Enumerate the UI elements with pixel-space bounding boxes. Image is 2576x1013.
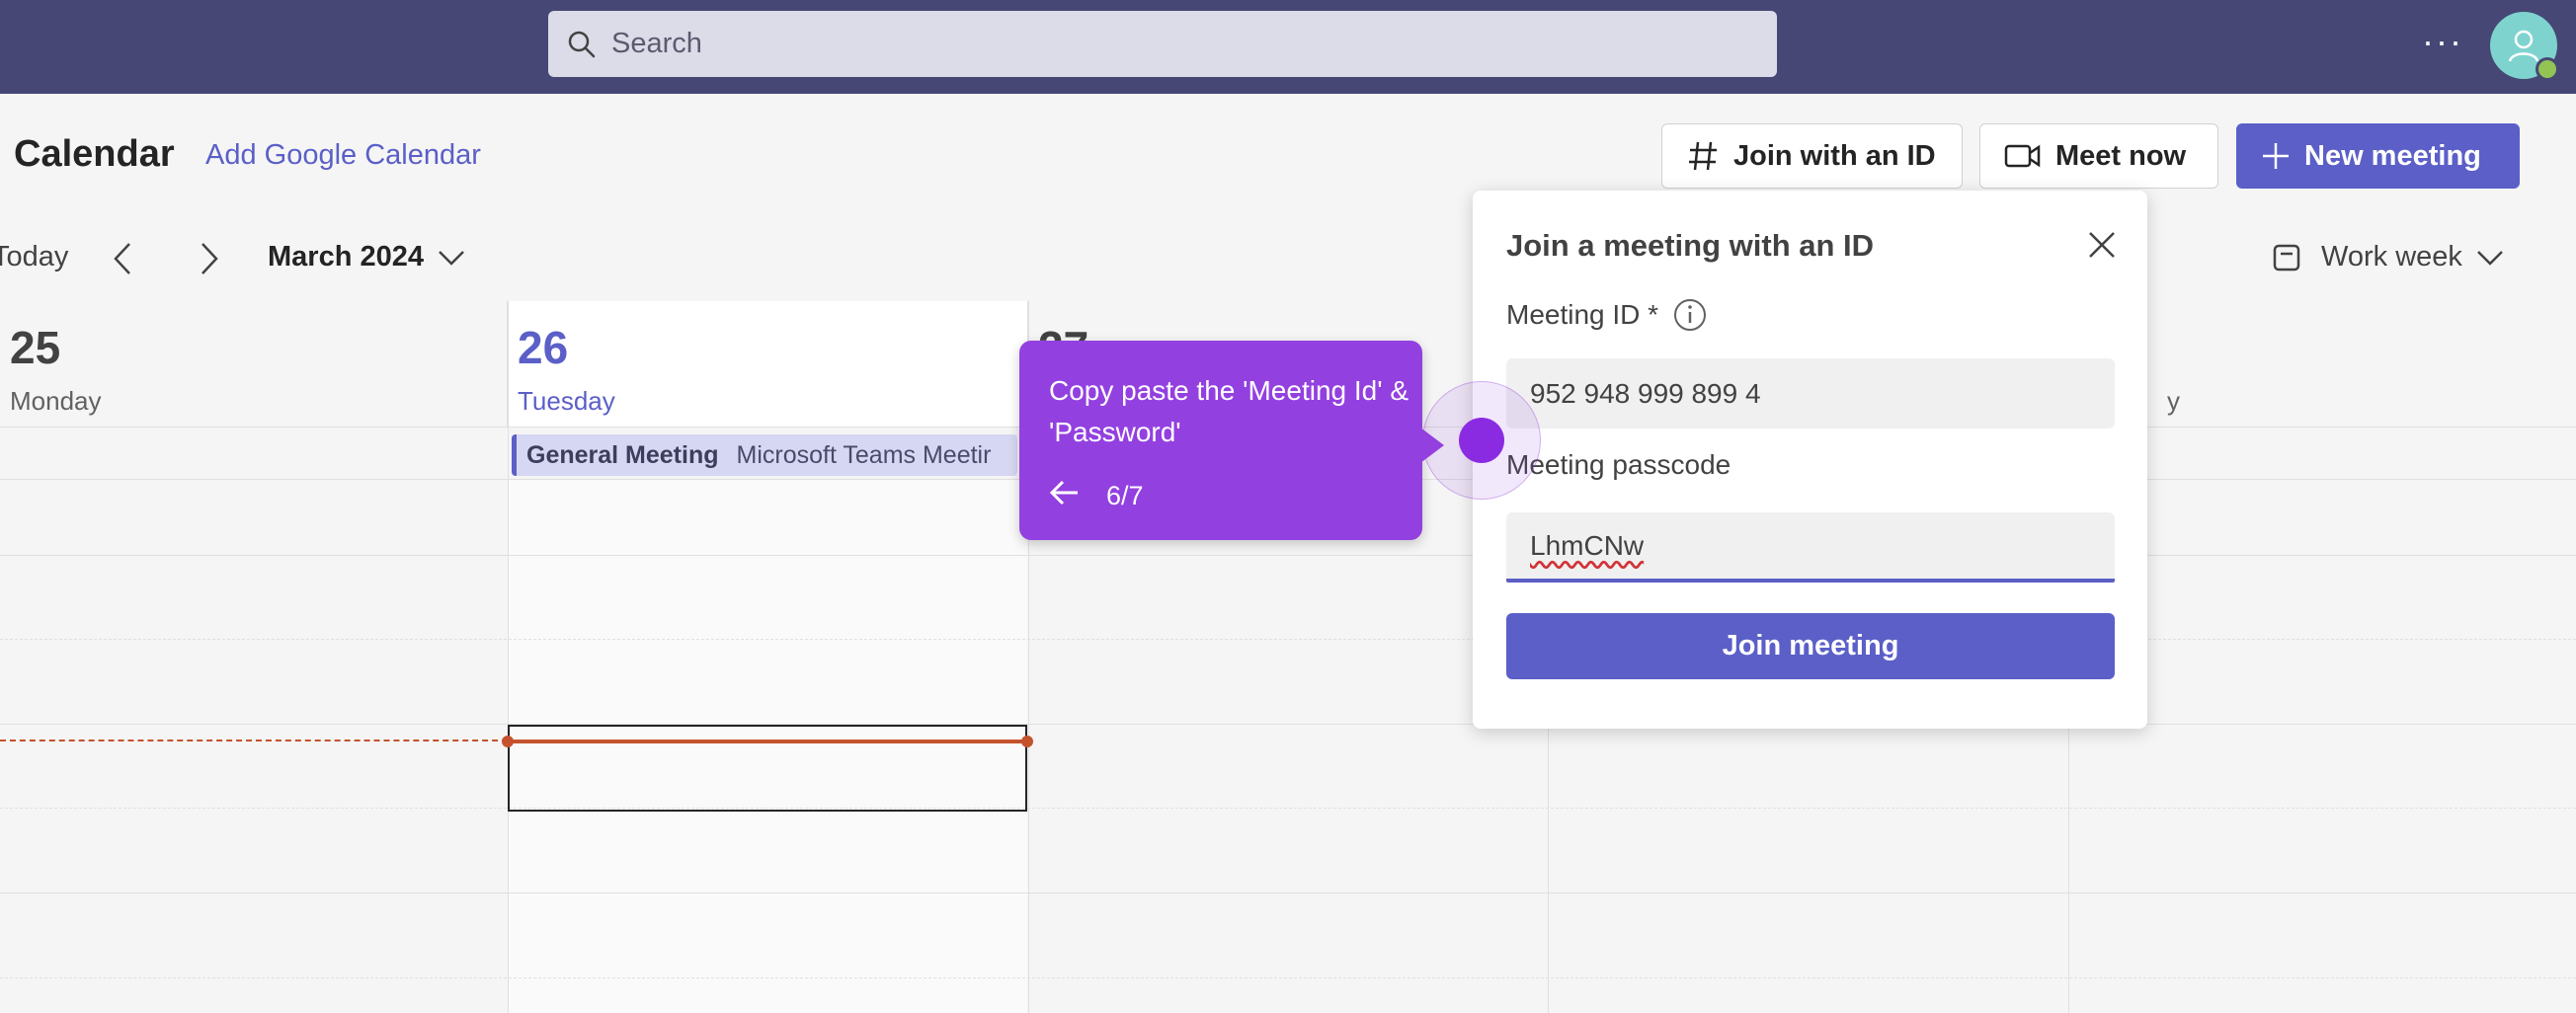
event-title: General Meeting <box>526 440 719 469</box>
row-divider <box>0 893 2576 894</box>
dialog-title: Join a meeting with an ID <box>1506 228 1875 263</box>
meet-now-button[interactable]: Meet now <box>1979 123 2218 189</box>
day-number: 26 <box>518 322 569 373</box>
meeting-id-field[interactable]: 952 948 999 899 4 <box>1506 358 2115 429</box>
day-header-monday[interactable]: 25 Monday <box>0 301 508 428</box>
guide-text: Copy paste the 'Meeting Id' & 'Password' <box>1049 375 1409 447</box>
chevron-left-icon[interactable] <box>105 239 140 278</box>
chevron-right-icon[interactable] <box>192 239 227 278</box>
user-icon <box>2508 30 2539 62</box>
search-icon <box>568 31 596 57</box>
hash-icon <box>1689 141 1717 171</box>
half-hour-divider <box>0 977 2576 978</box>
half-hour-divider <box>0 639 2576 640</box>
meet-now-label: Meet now <box>2055 139 2187 172</box>
month-picker[interactable]: March 2024 <box>268 241 465 273</box>
guide-hotspot[interactable] <box>1459 418 1504 463</box>
day-name: Monday <box>10 386 102 416</box>
join-with-id-label: Join with an ID <box>1733 139 1936 172</box>
plus-icon <box>2263 143 2289 169</box>
guide-tooltip: Copy paste the 'Meeting Id' & 'Password'… <box>1019 341 1444 540</box>
day-name: Tuesday <box>518 386 615 416</box>
chevron-down-icon <box>2477 250 2503 266</box>
video-icon <box>2004 144 2041 168</box>
add-google-calendar-link[interactable]: Add Google Calendar <box>205 139 481 172</box>
search-box[interactable]: Search <box>548 11 1777 77</box>
meeting-id-value: 952 948 999 899 4 <box>1530 377 1761 409</box>
day-number: 25 <box>10 322 61 373</box>
calendar-header: Calendar Add Google Calendar Join with a… <box>0 94 2576 217</box>
meeting-id-label: Meeting ID * <box>1506 299 1659 330</box>
row-divider <box>0 724 2576 725</box>
current-time-indicator-dashed <box>0 740 508 741</box>
half-hour-divider <box>0 808 2576 809</box>
view-label: Work week <box>2321 241 2462 273</box>
new-meeting-label: New meeting <box>2304 139 2481 172</box>
top-bar: Search ··· <box>0 0 2576 94</box>
date-navigation: Today March 2024 Work week <box>0 217 2576 302</box>
chevron-down-icon <box>439 250 464 266</box>
month-label: March 2024 <box>268 241 424 273</box>
arrow-left-icon[interactable] <box>1049 479 1081 506</box>
current-time-indicator <box>508 740 1027 743</box>
view-switcher[interactable]: Work week <box>2272 241 2504 273</box>
info-icon[interactable] <box>1672 297 1708 333</box>
join-meeting-dialog: Join a meeting with an ID Meeting ID * 9… <box>1473 191 2147 729</box>
calendar-event[interactable]: General Meeting Microsoft Teams Meetir <box>512 434 1017 476</box>
event-subtitle: Microsoft Teams Meetir <box>736 440 992 469</box>
row-divider <box>0 555 2576 556</box>
meeting-passcode-value: LhmCNw <box>1530 529 1645 561</box>
meeting-passcode-field[interactable]: LhmCNw <box>1506 512 2115 583</box>
current-time-dot <box>502 736 514 747</box>
day-header-tuesday[interactable]: 26 Tuesday <box>508 301 1028 428</box>
avatar[interactable] <box>2490 12 2559 81</box>
close-icon[interactable] <box>2085 228 2119 262</box>
current-time-dot <box>1021 736 1033 747</box>
meeting-id-label-row: Meeting ID * <box>1506 297 1708 333</box>
join-with-id-button[interactable]: Join with an ID <box>1661 123 1963 189</box>
day-name: y <box>2167 386 2180 416</box>
new-meeting-button[interactable]: New meeting <box>2236 123 2520 189</box>
page-title: Calendar <box>14 133 175 175</box>
calendar-view-icon <box>2273 244 2300 271</box>
join-meeting-button[interactable]: Join meeting <box>1506 613 2115 679</box>
today-button[interactable]: Today <box>0 241 68 273</box>
search-placeholder: Search <box>611 28 702 59</box>
column-divider <box>508 301 509 1013</box>
meeting-passcode-label: Meeting passcode <box>1506 449 1731 480</box>
presence-badge <box>2536 57 2559 81</box>
more-options-icon[interactable]: ··· <box>2422 22 2463 61</box>
guide-step-counter: 6/7 <box>1106 481 1144 510</box>
selected-time-slot[interactable] <box>508 725 1027 812</box>
